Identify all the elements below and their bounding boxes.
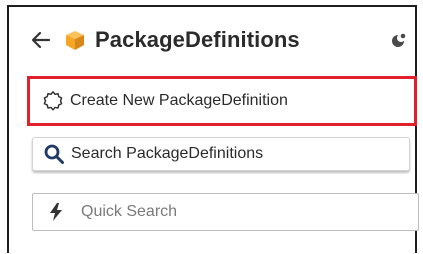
quick-search-input[interactable] [79,202,403,222]
create-new-button[interactable]: Create New PackageDefinition [32,84,410,118]
lightning-bolt-icon [45,201,67,223]
create-new-label: Create New PackageDefinition [70,92,288,109]
arrow-left-icon[interactable] [27,26,55,54]
search-definitions-label: Search PackageDefinitions [71,145,264,162]
search-definitions-button[interactable]: Search PackageDefinitions [32,137,410,171]
panel-header: PackageDefinitions [27,22,419,58]
gear-outline-icon [42,90,64,112]
page-title: PackageDefinitions [95,27,300,52]
theme-toggle-icon[interactable] [389,30,409,50]
package-box-icon [63,28,87,52]
magnifier-icon [43,143,65,165]
quick-search-field[interactable] [32,193,419,231]
